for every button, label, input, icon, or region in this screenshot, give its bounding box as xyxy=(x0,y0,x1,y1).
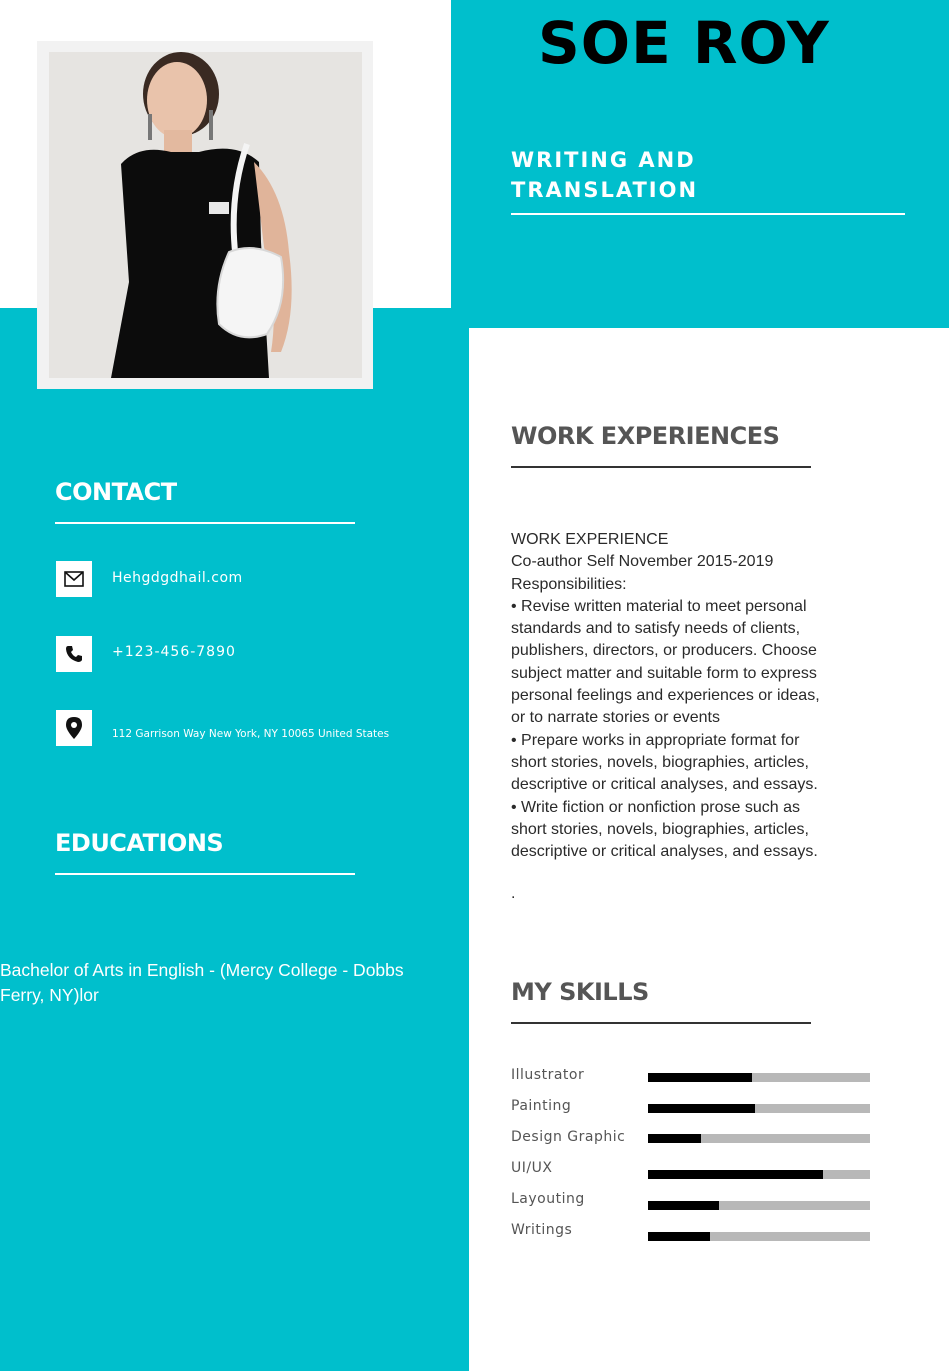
skills-heading: MY SKILLS xyxy=(511,978,649,1006)
skill-bar-track xyxy=(648,1201,870,1210)
location-pin-icon xyxy=(56,710,92,746)
skill-bar-track xyxy=(648,1134,870,1143)
job-title-line-1: WRITING AND xyxy=(511,148,696,172)
skill-label: UI/UX xyxy=(511,1160,553,1176)
person-name: SOE ROY xyxy=(538,9,830,77)
work-line: short stories, novels, biographies, arti… xyxy=(511,820,809,838)
work-line: • Prepare works in appropriate format fo… xyxy=(511,731,800,749)
skill-label: Painting xyxy=(511,1098,572,1114)
skill-bar-track xyxy=(648,1232,870,1241)
work-line: WORK EXPERIENCE xyxy=(511,531,669,548)
skill-bar-fill xyxy=(648,1104,755,1113)
education-entry: Bachelor of Arts in English - (Mercy Col… xyxy=(0,958,440,1008)
work-line: short stories, novels, biographies, arti… xyxy=(511,753,809,771)
skill-label: Illustrator xyxy=(511,1067,585,1083)
work-line: subject matter and suitable form to expr… xyxy=(511,664,817,682)
education-line-2: Ferry, NY)lor xyxy=(0,985,99,1005)
contact-email[interactable]: Hehgdgdhail.com xyxy=(112,570,243,586)
mail-icon xyxy=(56,561,92,597)
skills-divider xyxy=(511,1022,811,1024)
education-line-1: Bachelor of Arts in English - (Mercy Col… xyxy=(0,960,404,980)
work-heading: WORK EXPERIENCES xyxy=(511,422,780,450)
work-line: standards and to satisfy needs of client… xyxy=(511,620,801,638)
work-divider xyxy=(511,466,811,468)
work-line: Co-author Self November 2015-2019 xyxy=(511,553,774,571)
job-title: WRITING AND TRANSLATION xyxy=(511,145,771,205)
work-line: personal feelings and experiences or ide… xyxy=(511,687,820,705)
contact-phone[interactable]: +123-456-7890 xyxy=(112,644,236,660)
contact-divider xyxy=(55,522,355,524)
work-line: Responsibilities: xyxy=(511,575,627,593)
job-title-line-2: TRANSLATION xyxy=(511,178,699,202)
work-line: descriptive or critical analyses, and es… xyxy=(511,776,818,794)
skill-label: Writings xyxy=(511,1222,573,1238)
title-divider xyxy=(511,213,905,215)
work-line: • Write fiction or nonfiction prose such… xyxy=(511,798,800,816)
work-line: descriptive or critical analyses, and es… xyxy=(511,843,818,861)
work-trailing-dot: . xyxy=(511,885,516,902)
skill-label: Design Graphic xyxy=(511,1129,626,1145)
phone-icon xyxy=(56,636,92,672)
work-line: publishers, directors, or producers. Cho… xyxy=(511,642,817,660)
work-line: or to narrate stories or events xyxy=(511,709,720,727)
work-description: WORK EXPERIENCE Co-author Self November … xyxy=(511,529,841,863)
skill-bar-track xyxy=(648,1170,870,1179)
skill-bar-fill xyxy=(648,1170,824,1179)
skill-bar-track xyxy=(648,1104,870,1113)
skill-bar-fill xyxy=(648,1201,720,1210)
person-illustration xyxy=(49,52,362,378)
education-heading: EDUCATIONS xyxy=(55,829,224,857)
work-line: • Revise written material to meet person… xyxy=(511,597,807,615)
skill-label: Layouting xyxy=(511,1191,585,1207)
skill-bar-fill xyxy=(648,1232,711,1241)
education-divider xyxy=(55,873,355,875)
profile-photo xyxy=(49,52,362,378)
skill-bar-track xyxy=(648,1073,870,1082)
contact-heading: CONTACT xyxy=(55,478,177,506)
skill-bar-fill xyxy=(648,1134,702,1143)
skill-bar-fill xyxy=(648,1073,753,1082)
contact-address: 112 Garrison Way New York, NY 10065 Unit… xyxy=(112,728,390,740)
